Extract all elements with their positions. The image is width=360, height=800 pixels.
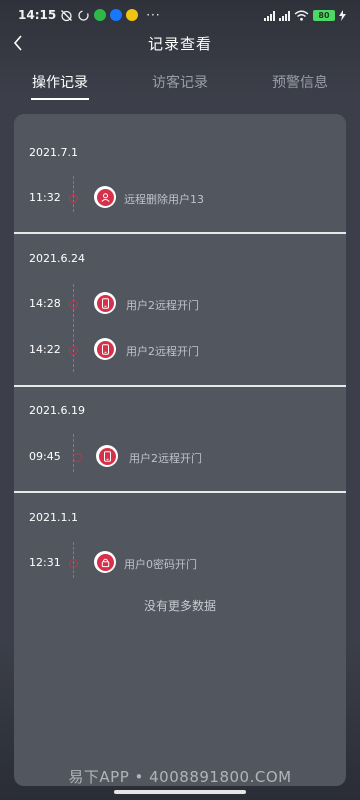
date-label: 2021.1.1: [29, 511, 78, 524]
lock-icon: [94, 551, 116, 573]
no-more-data-label: 没有更多数据: [143, 599, 216, 613]
status-right: 80: [264, 9, 346, 21]
video-app-icon: [110, 9, 123, 21]
tab-alert-info[interactable]: 预警信息: [240, 62, 360, 102]
wifi-icon: [294, 10, 309, 21]
date-label: 2021.7.1: [29, 146, 78, 159]
record-description: 用户2远程开门: [129, 452, 202, 465]
record-time: 14:28: [29, 297, 61, 310]
phone-icon: [96, 445, 118, 467]
timeline-dot: [73, 453, 82, 462]
record-entry[interactable]: 11:32 远程删除用户13: [14, 183, 346, 213]
app-screen: 14:15 ··· 80 记录查看 操作记录 访客记录 预警信息 2021.7.…: [0, 0, 360, 800]
page-title: 记录查看: [147, 34, 212, 53]
tab-label: 操作记录: [32, 75, 88, 91]
record-time: 14:22: [29, 343, 61, 356]
status-left: 14:15 ···: [18, 8, 161, 22]
signal-2-icon: [279, 10, 290, 21]
group-divider: [14, 385, 346, 387]
record-entry[interactable]: 14:28 用户2远程开门: [14, 289, 346, 319]
phone-icon: [94, 338, 116, 360]
home-indicator[interactable]: [114, 790, 246, 794]
map-app-icon: [126, 9, 139, 21]
record-time: 09:45: [29, 450, 61, 463]
date-label: 2021.6.19: [29, 404, 85, 417]
timeline-dot: [69, 346, 78, 355]
tab-operation-records[interactable]: 操作记录: [0, 62, 120, 102]
alarm-off-icon: [61, 9, 73, 21]
group-divider: [14, 491, 346, 493]
records-card: 2021.7.1 11:32 远程删除用户13 2021.6.24 14:28 …: [14, 114, 346, 786]
record-time: 12:31: [29, 556, 61, 569]
phone-icon: [94, 292, 116, 314]
status-bar: 14:15 ··· 80: [0, 0, 360, 30]
tab-label: 访客记录: [152, 75, 208, 91]
record-description: 用户0密码开门: [124, 558, 197, 571]
wechat-app-icon: [94, 9, 107, 21]
chevron-left-icon[interactable]: [8, 32, 28, 54]
group-divider: [14, 232, 346, 234]
record-entry[interactable]: 09:45 用户2远程开门: [14, 442, 346, 472]
tab-visitor-records[interactable]: 访客记录: [120, 62, 240, 102]
charging-icon: [339, 9, 346, 21]
timeline-dot: [69, 194, 78, 203]
record-entry[interactable]: 12:31 用户0密码开门: [14, 548, 346, 578]
tab-bar: 操作记录 访客记录 预警信息: [0, 62, 360, 102]
record-description: 用户2远程开门: [126, 345, 199, 358]
header: 记录查看: [0, 30, 360, 56]
battery-icon: 80: [313, 9, 335, 21]
record-entry[interactable]: 14:22 用户2远程开门: [14, 335, 346, 365]
active-tab-indicator: [31, 98, 89, 100]
status-time: 14:15: [18, 8, 57, 22]
watermark-text: 易下APP • 4008891800.COM: [68, 768, 292, 786]
user-delete-icon: [94, 186, 116, 208]
signal-1-icon: [264, 10, 275, 21]
timeline-dot: [69, 300, 78, 309]
tab-label: 预警信息: [272, 75, 328, 91]
more-notifications-icon: ···: [146, 8, 161, 22]
record-description: 用户2远程开门: [126, 299, 199, 312]
record-time: 11:32: [29, 191, 61, 204]
date-label: 2021.6.24: [29, 252, 85, 265]
timeline-dot: [69, 559, 78, 568]
record-description: 远程删除用户13: [124, 193, 204, 206]
sync-icon: [78, 9, 89, 21]
